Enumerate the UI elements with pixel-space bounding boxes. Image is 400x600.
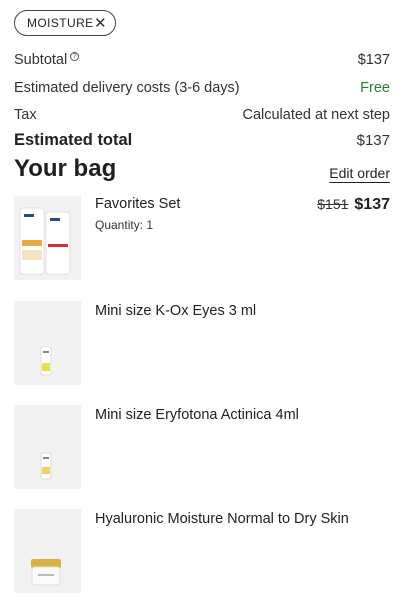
delivery-label: Estimated delivery costs (3-6 days)	[14, 80, 240, 96]
product-image[interactable]	[14, 405, 81, 489]
item-quantity: Quantity: 1	[95, 218, 154, 232]
bag-item[interactable]: Mini size Eryfotona Actinica 4ml	[14, 405, 390, 489]
total-row: Estimated total $137	[14, 131, 390, 150]
item-name[interactable]: Mini size K-Ox Eyes 3 ml	[95, 303, 256, 319]
tax-row: Tax Calculated at next step	[14, 107, 390, 123]
subtotal-label: Subtotal	[14, 52, 68, 68]
bag-item[interactable]: Hyaluronic Moisture Normal to Dry Skin	[14, 509, 390, 593]
bag-item[interactable]: Mini size K-Ox Eyes 3 ml	[14, 301, 390, 385]
filter-chip-label: MOISTURE	[27, 16, 94, 30]
item-old-price: $151	[317, 196, 349, 212]
bag-title: Your bag	[14, 155, 117, 182]
edit-order-link[interactable]: Edit order	[329, 165, 390, 181]
bag-item[interactable]: Favorites Set Quantity: 1 $151 $137	[14, 196, 390, 280]
item-name[interactable]: Hyaluronic Moisture Normal to Dry Skin	[95, 511, 349, 527]
total-value: $137	[356, 132, 390, 149]
filter-chip-moisture[interactable]: MOISTURE ✕	[14, 10, 116, 36]
product-image[interactable]	[14, 509, 81, 593]
total-label: Estimated total	[14, 131, 133, 149]
product-image[interactable]	[14, 196, 81, 280]
info-icon[interactable]: ?	[70, 52, 80, 62]
item-name[interactable]: Mini size Eryfotona Actinica 4ml	[95, 407, 299, 423]
item-prices: $151 $137	[317, 196, 390, 214]
product-image[interactable]	[14, 301, 81, 385]
delivery-value: Free	[360, 80, 390, 96]
delivery-row: Estimated delivery costs (3-6 days) Free	[14, 80, 390, 96]
subtotal-value: $137	[357, 52, 390, 68]
item-name[interactable]: Favorites Set	[95, 196, 180, 212]
tax-label: Tax	[14, 107, 37, 123]
subtotal-label-wrap: Subtotal?	[14, 52, 80, 68]
close-icon[interactable]: ✕	[94, 16, 107, 31]
tax-value: Calculated at next step	[242, 107, 390, 123]
subtotal-row: Subtotal? $137	[14, 52, 390, 68]
item-price: $137	[354, 196, 390, 213]
